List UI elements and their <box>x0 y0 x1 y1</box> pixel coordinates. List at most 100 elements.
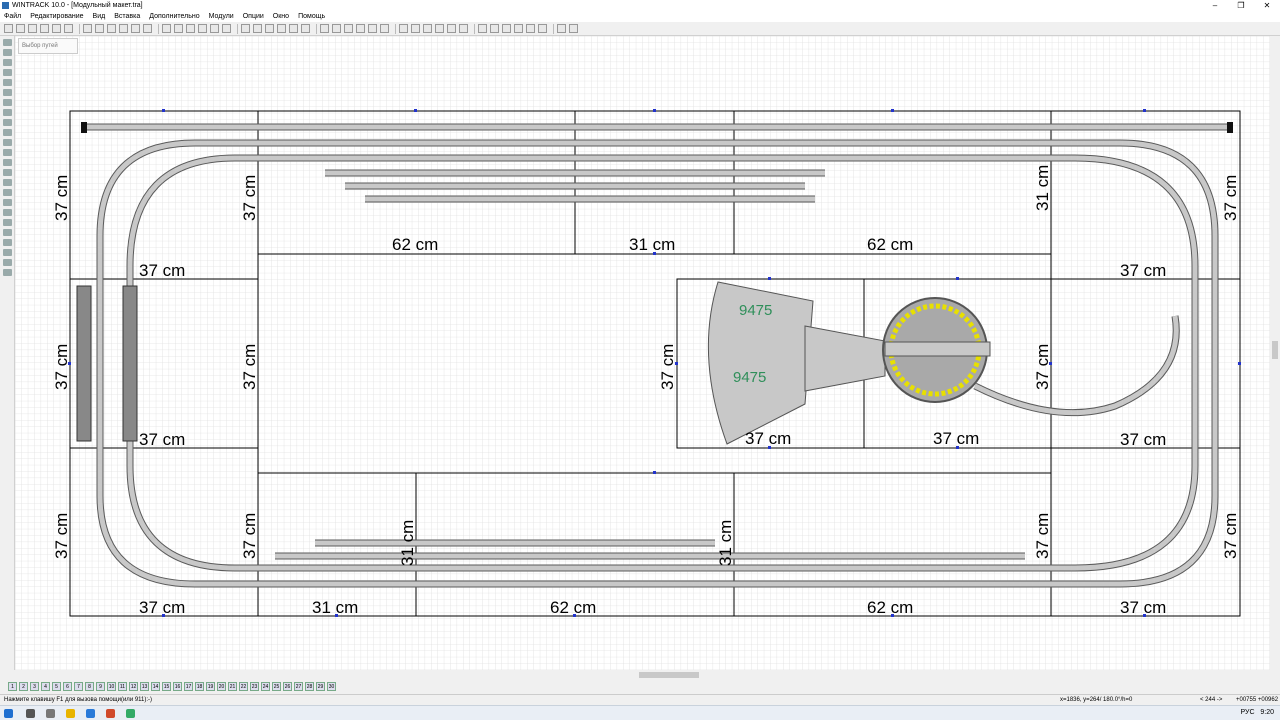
left-tool-7[interactable] <box>3 99 12 106</box>
toolbar-button-36[interactable] <box>459 24 468 33</box>
page-tab-20[interactable]: 20 <box>217 682 226 691</box>
left-tool-24[interactable] <box>3 269 12 276</box>
toolbar-button-44[interactable] <box>569 24 578 33</box>
left-tool-2[interactable] <box>3 49 12 56</box>
menu-window[interactable]: Окно <box>273 13 289 20</box>
toolbar-button-34[interactable] <box>435 24 444 33</box>
task-view-icon[interactable] <box>46 709 55 718</box>
left-tool-18[interactable] <box>3 209 12 216</box>
page-tab-19[interactable]: 19 <box>206 682 215 691</box>
toolbar-button-13[interactable] <box>162 24 171 33</box>
toolbar-button-7[interactable] <box>83 24 92 33</box>
page-tab-8[interactable]: 8 <box>85 682 94 691</box>
track-selection-popup[interactable]: Выбор путей <box>18 38 78 54</box>
left-tool-13[interactable] <box>3 159 12 166</box>
page-tab-18[interactable]: 18 <box>195 682 204 691</box>
toolbar-button-15[interactable] <box>186 24 195 33</box>
toolbar-button-39[interactable] <box>502 24 511 33</box>
left-tool-10[interactable] <box>3 129 12 136</box>
toolbar-button-17[interactable] <box>210 24 219 33</box>
horizontal-scroll-thumb[interactable] <box>639 672 699 678</box>
track-plan[interactable]: 62 cm 31 cm 62 cm 37 cm 37 cm 37 cm 37 c… <box>15 36 1270 670</box>
left-tool-16[interactable] <box>3 189 12 196</box>
left-tool-20[interactable] <box>3 229 12 236</box>
maximize-button[interactable]: ❐ <box>1228 0 1254 11</box>
toolbar-button-12[interactable] <box>143 24 152 33</box>
page-tab-15[interactable]: 15 <box>162 682 171 691</box>
toolbar-button-41[interactable] <box>526 24 535 33</box>
left-tool-1[interactable] <box>3 39 12 46</box>
page-tab-6[interactable]: 6 <box>63 682 72 691</box>
left-tool-11[interactable] <box>3 139 12 146</box>
toolbar-button-6[interactable] <box>64 24 73 33</box>
left-tool-14[interactable] <box>3 169 12 176</box>
page-tab-5[interactable]: 5 <box>52 682 61 691</box>
page-tab-3[interactable]: 3 <box>30 682 39 691</box>
toolbar-button-14[interactable] <box>174 24 183 33</box>
toolbar-button-19[interactable] <box>241 24 250 33</box>
left-tool-17[interactable] <box>3 199 12 206</box>
left-tool-6[interactable] <box>3 89 12 96</box>
menu-modules[interactable]: Модули <box>209 13 234 20</box>
left-tool-22[interactable] <box>3 249 12 256</box>
minimize-button[interactable]: – <box>1202 0 1228 11</box>
left-tool-3[interactable] <box>3 59 12 66</box>
toolbar-button-26[interactable] <box>332 24 341 33</box>
page-tab-29[interactable]: 29 <box>316 682 325 691</box>
toolbar-button-33[interactable] <box>423 24 432 33</box>
page-tab-26[interactable]: 26 <box>283 682 292 691</box>
left-tool-21[interactable] <box>3 239 12 246</box>
horizontal-scrollbar[interactable] <box>15 670 1270 680</box>
page-tab-16[interactable]: 16 <box>173 682 182 691</box>
toolbar-button-8[interactable] <box>95 24 104 33</box>
page-tab-4[interactable]: 4 <box>41 682 50 691</box>
menu-insert[interactable]: Вставка <box>114 13 140 20</box>
vertical-scroll-thumb[interactable] <box>1272 341 1278 359</box>
toolbar-button-22[interactable] <box>277 24 286 33</box>
toolbar-button-21[interactable] <box>265 24 274 33</box>
left-tool-8[interactable] <box>3 109 12 116</box>
toolbar-button-16[interactable] <box>198 24 207 33</box>
toolbar-button-30[interactable] <box>380 24 389 33</box>
left-tool-12[interactable] <box>3 149 12 156</box>
toolbar-button-10[interactable] <box>119 24 128 33</box>
left-tool-9[interactable] <box>3 119 12 126</box>
page-tab-12[interactable]: 12 <box>129 682 138 691</box>
toolbar-button-24[interactable] <box>301 24 310 33</box>
left-tool-15[interactable] <box>3 179 12 186</box>
language-indicator[interactable]: РУС <box>1241 709 1255 716</box>
page-tab-2[interactable]: 2 <box>19 682 28 691</box>
toolbar-button-5[interactable] <box>52 24 61 33</box>
close-button[interactable]: ✕ <box>1254 0 1280 11</box>
page-tab-25[interactable]: 25 <box>272 682 281 691</box>
toolbar-button-37[interactable] <box>478 24 487 33</box>
page-tab-30[interactable]: 30 <box>327 682 336 691</box>
toolbar-button-11[interactable] <box>131 24 140 33</box>
menu-view[interactable]: Вид <box>93 13 106 20</box>
page-tab-22[interactable]: 22 <box>239 682 248 691</box>
page-tab-14[interactable]: 14 <box>151 682 160 691</box>
toolbar-button-25[interactable] <box>320 24 329 33</box>
app-icon-1[interactable] <box>106 709 115 718</box>
toolbar-button-40[interactable] <box>514 24 523 33</box>
page-tab-27[interactable]: 27 <box>294 682 303 691</box>
toolbar-button-3[interactable] <box>28 24 37 33</box>
toolbar-button-32[interactable] <box>411 24 420 33</box>
toolbar-button-35[interactable] <box>447 24 456 33</box>
turntable-bridge[interactable] <box>884 341 991 357</box>
toolbar-button-9[interactable] <box>107 24 116 33</box>
clock[interactable]: 9:20 <box>1260 709 1274 716</box>
toolbar-button-23[interactable] <box>289 24 298 33</box>
search-icon[interactable] <box>26 709 35 718</box>
page-tab-13[interactable]: 13 <box>140 682 149 691</box>
toolbar-button-31[interactable] <box>399 24 408 33</box>
left-tool-5[interactable] <box>3 79 12 86</box>
toolbar-button-42[interactable] <box>538 24 547 33</box>
edge-icon[interactable] <box>86 709 95 718</box>
page-tab-11[interactable]: 11 <box>118 682 127 691</box>
toolbar-button-2[interactable] <box>16 24 25 33</box>
menu-extra[interactable]: Дополнительно <box>149 13 199 20</box>
page-tab-17[interactable]: 17 <box>184 682 193 691</box>
toolbar-button-38[interactable] <box>490 24 499 33</box>
wintrack-taskbar-icon[interactable] <box>126 709 135 718</box>
